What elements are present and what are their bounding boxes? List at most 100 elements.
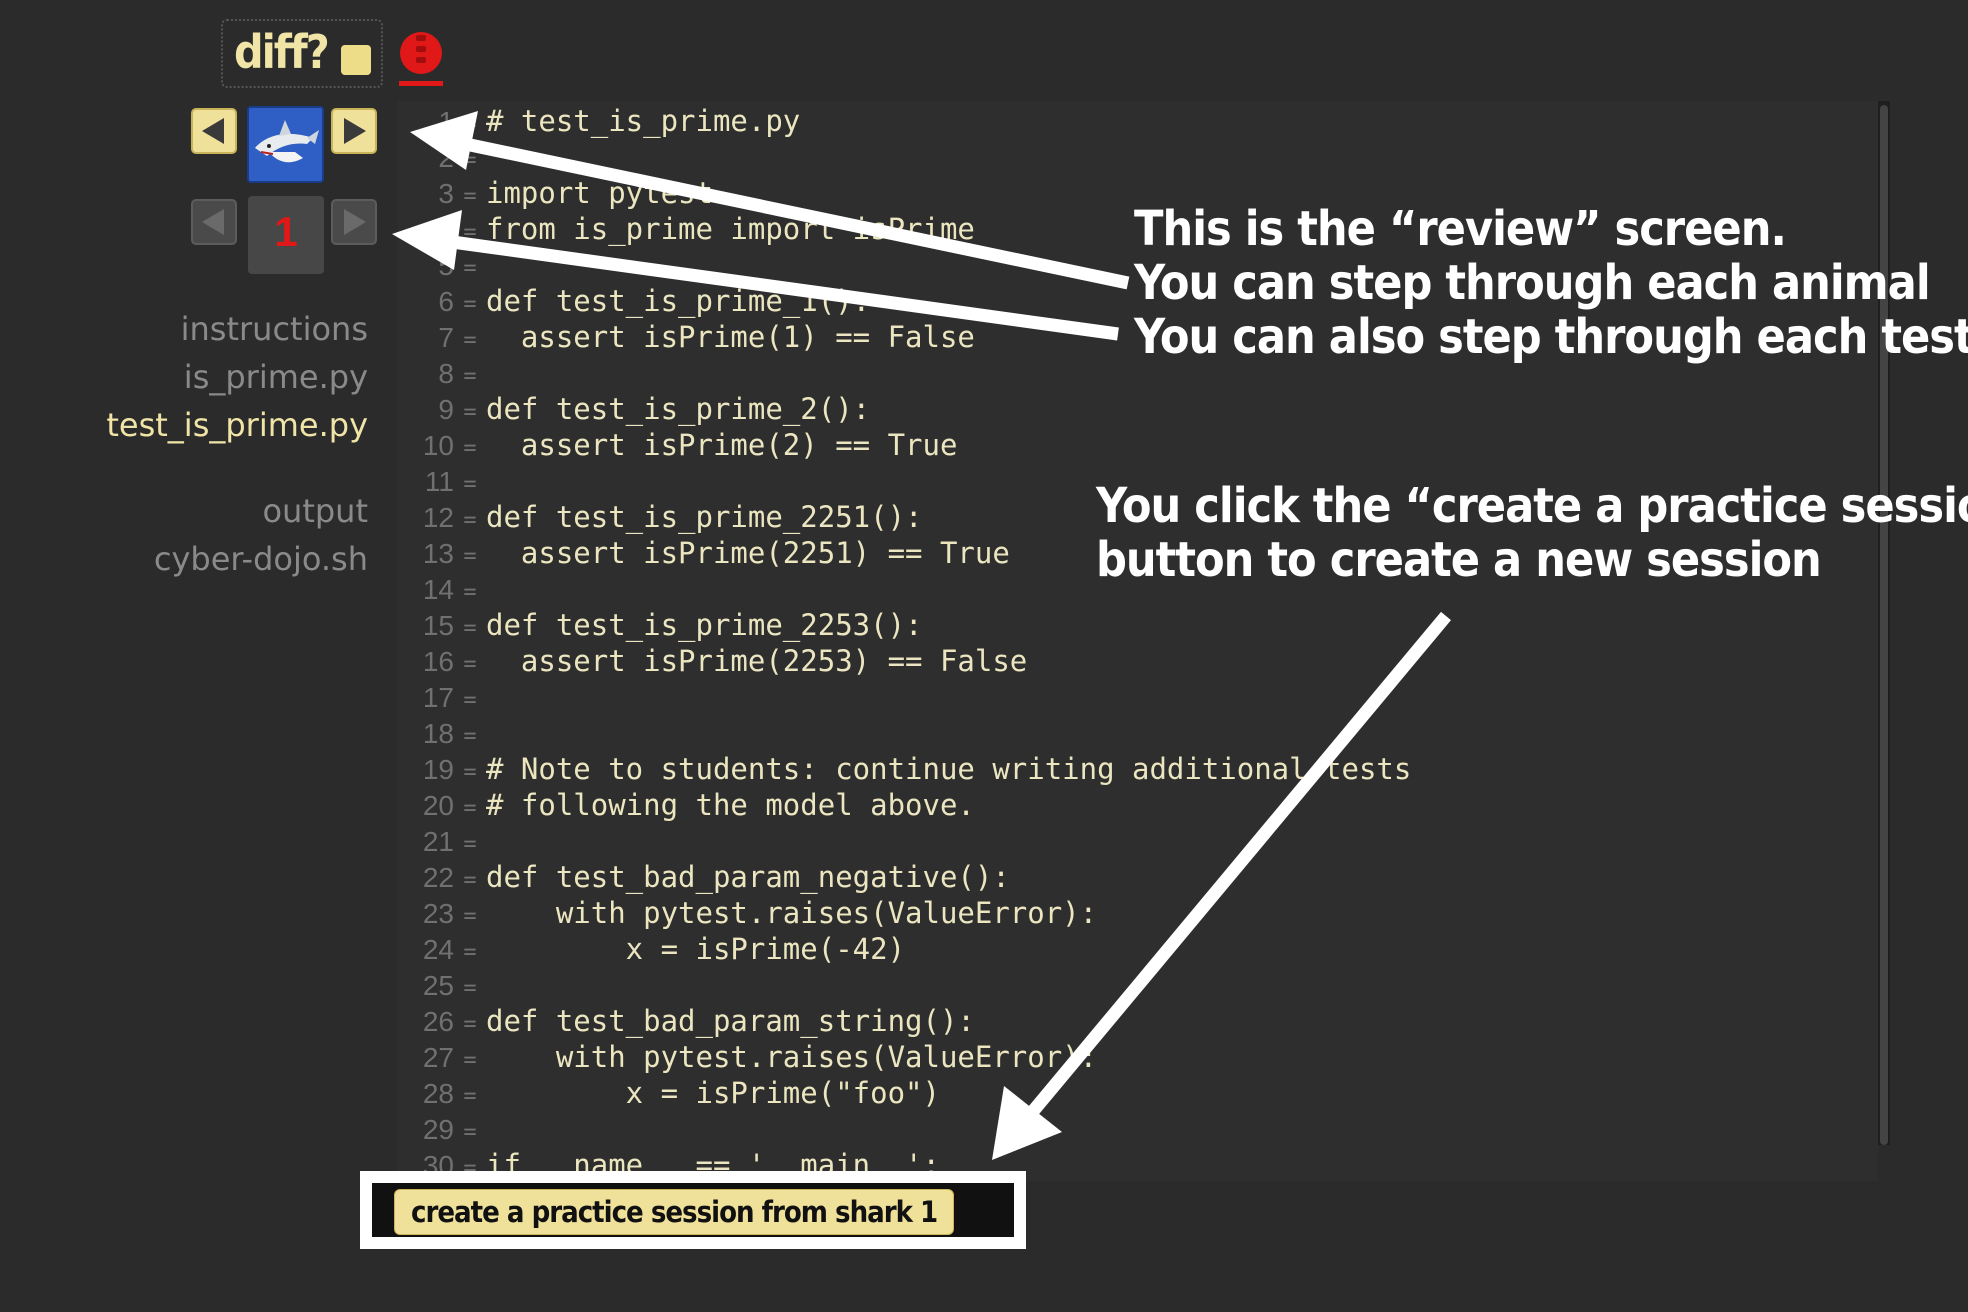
code-text: import pytest — [486, 176, 713, 210]
line-number: 2 — [438, 142, 454, 173]
code-line[interactable]: 25 = — [398, 967, 486, 1003]
code-text: def test_is_prime_2(): — [486, 392, 871, 426]
line-marker: = — [463, 472, 477, 497]
file-item-instructions[interactable]: instructions — [181, 310, 368, 348]
line-marker: = — [463, 1084, 477, 1109]
line-marker: = — [463, 400, 477, 425]
line-number: 5 — [438, 250, 454, 281]
code-line[interactable]: 17 = — [398, 679, 486, 715]
file-item-cyber-dojo-sh[interactable]: cyber-dojo.sh — [154, 540, 368, 578]
code-line[interactable]: 4 = from is_prime import isPrime — [398, 211, 975, 247]
code-text: # following the model above. — [486, 788, 975, 822]
code-line[interactable]: 24 = x = isPrime(-42) — [398, 931, 905, 967]
line-number: 3 — [438, 178, 454, 209]
line-number: 15 — [422, 610, 454, 641]
code-line[interactable]: 15 = def test_is_prime_2253(): — [398, 607, 923, 643]
code-text: assert isPrime(2) == True — [486, 428, 958, 462]
shark-avatar[interactable] — [247, 106, 324, 183]
prev-animal-button[interactable] — [191, 108, 237, 154]
note-review-3: You can also step through each test — [1134, 309, 1968, 365]
code-line[interactable]: 13 = assert isPrime(2251) == True — [398, 535, 1010, 571]
code-line[interactable]: 20 = # following the model above. — [398, 787, 975, 823]
note-review-2: You can step through each animal — [1134, 255, 1931, 311]
line-marker: = — [463, 148, 477, 173]
line-marker: = — [463, 184, 477, 209]
line-number: 28 — [422, 1078, 454, 1109]
line-marker: = — [463, 256, 477, 281]
code-text: def test_is_prime_2253(): — [486, 608, 923, 642]
line-number: 13 — [422, 538, 454, 569]
code-line[interactable]: 21 = — [398, 823, 486, 859]
code-line[interactable]: 2 = — [398, 139, 486, 175]
create-session-highlight: create a practice session from shark 1 — [360, 1171, 1026, 1249]
line-marker: = — [463, 508, 477, 533]
code-text: assert isPrime(2253) == False — [486, 644, 1028, 678]
next-test-button[interactable] — [331, 199, 377, 245]
code-text: assert isPrime(2251) == True — [486, 536, 1010, 570]
line-number: 25 — [422, 970, 454, 1001]
prev-test-button[interactable] — [191, 199, 237, 245]
code-line[interactable]: 19 = # Note to students: continue writing … — [398, 751, 1412, 787]
code-line[interactable]: 3 = import pytest — [398, 175, 713, 211]
line-number: 19 — [422, 754, 454, 785]
line-number: 22 — [422, 862, 454, 893]
code-line[interactable]: 22 = def test_bad_param_negative(): — [398, 859, 1010, 895]
line-marker: = — [463, 292, 477, 317]
line-number: 20 — [422, 790, 454, 821]
code-text: x = isPrime(-42) — [486, 932, 906, 966]
line-marker: = — [463, 544, 477, 569]
line-marker: = — [463, 364, 477, 389]
create-practice-session-button[interactable]: create a practice session from shark 1 — [394, 1189, 955, 1235]
line-number: 12 — [422, 502, 454, 533]
code-line[interactable]: 12 = def test_is_prime_2251(): — [398, 499, 923, 535]
line-number: 4 — [438, 214, 454, 245]
line-number: 11 — [424, 466, 454, 497]
code-text: with pytest.raises(ValueError): — [486, 896, 1098, 930]
line-number: 23 — [422, 898, 454, 929]
code-text: def test_bad_param_string(): — [486, 1004, 975, 1038]
code-line[interactable]: 27 = with pytest.raises(ValueError): — [398, 1039, 1097, 1075]
traffic-light-icon[interactable] — [399, 29, 443, 89]
code-line[interactable]: 10 = assert isPrime(2) == True — [398, 427, 958, 463]
code-text: # Note to students: continue writing add… — [486, 752, 1412, 786]
line-number: 9 — [438, 394, 454, 425]
diff-toggle[interactable]: diff? — [221, 19, 383, 88]
code-line[interactable]: 1 = # test_is_prime.py — [398, 103, 800, 139]
code-text: from is_prime import isPrime — [486, 212, 975, 246]
line-number: 18 — [422, 718, 454, 749]
code-line[interactable]: 5 = — [398, 247, 486, 283]
code-line[interactable]: 11 = — [398, 463, 486, 499]
diff-checkbox[interactable] — [341, 45, 371, 75]
line-number: 21 — [422, 826, 454, 857]
test-number: 1 — [274, 208, 298, 255]
line-number: 29 — [422, 1114, 454, 1145]
line-marker: = — [463, 976, 477, 1001]
line-marker: = — [463, 436, 477, 461]
triangle-left-icon — [202, 209, 224, 235]
line-marker: = — [463, 688, 477, 713]
code-line[interactable]: 16 = assert isPrime(2253) == False — [398, 643, 1027, 679]
diff-label: diff? — [234, 25, 330, 79]
file-item-output[interactable]: output — [262, 492, 368, 530]
code-line[interactable]: 26 = def test_bad_param_string(): — [398, 1003, 975, 1039]
line-number: 17 — [422, 682, 454, 713]
code-line[interactable]: 29 = — [398, 1111, 486, 1147]
code-line[interactable]: 23 = with pytest.raises(ValueError): — [398, 895, 1097, 931]
line-number: 14 — [422, 574, 454, 605]
code-line[interactable]: 7 = assert isPrime(1) == False — [398, 319, 974, 355]
note-create-1: You click the “create a practice session… — [1096, 478, 1968, 534]
code-line[interactable]: 9 = def test_is_prime_2(): — [398, 391, 870, 427]
line-number: 24 — [422, 934, 454, 965]
code-line[interactable]: 8 = — [398, 355, 486, 391]
code-line[interactable]: 28 = x = isPrime("foo") — [398, 1075, 940, 1111]
file-item-test-is-prime[interactable]: test_is_prime.py — [106, 406, 368, 444]
line-marker: = — [463, 220, 477, 245]
code-text: # test_is_prime.py — [486, 104, 801, 138]
code-line[interactable]: 14 = — [398, 571, 486, 607]
next-animal-button[interactable] — [331, 108, 377, 154]
code-line[interactable]: 18 = — [398, 715, 486, 751]
line-number: 27 — [422, 1042, 454, 1073]
file-item-is-prime[interactable]: is_prime.py — [184, 358, 368, 396]
code-line[interactable]: 6 = def test_is_prime_1(): — [398, 283, 870, 319]
line-marker: = — [463, 904, 477, 929]
